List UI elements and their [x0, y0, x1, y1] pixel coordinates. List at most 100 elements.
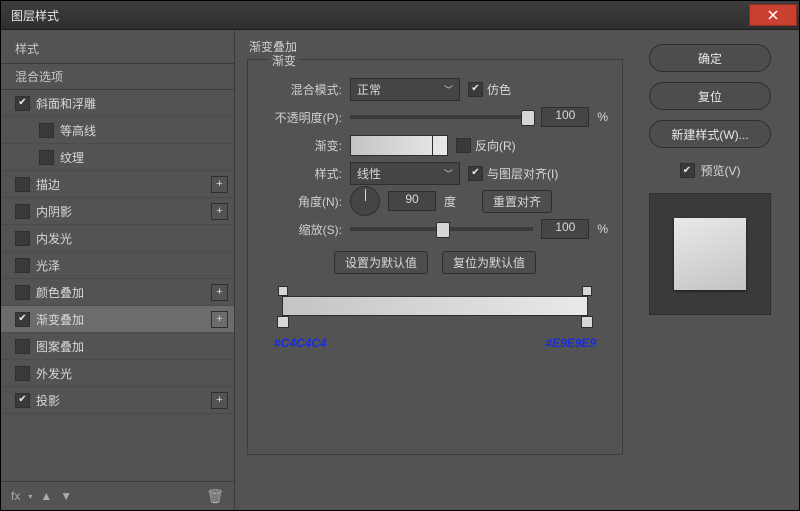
right-column: 确定 复位 新建样式(W)... 预览(V) — [635, 30, 799, 510]
sidebar-item-checkbox[interactable] — [15, 231, 30, 246]
blend-mode-value: 正常 — [357, 81, 381, 98]
move-down-icon[interactable]: ▼ — [60, 489, 72, 503]
style-select[interactable]: 线性 ﹀ — [350, 162, 460, 185]
align-with-layer-checkbox[interactable] — [468, 166, 483, 181]
new-style-button[interactable]: 新建样式(W)... — [649, 120, 771, 148]
add-effect-icon[interactable]: + — [211, 203, 228, 220]
sidebar-item-label: 图案叠加 — [36, 338, 84, 355]
sidebar-item-checkbox[interactable] — [15, 339, 30, 354]
sidebar-item-4[interactable]: 内阴影 + — [1, 198, 234, 225]
scale-input[interactable]: 100 — [541, 219, 589, 239]
sidebar-item-label: 等高线 — [60, 122, 96, 139]
reset-default-button[interactable]: 复位为默认值 — [442, 251, 536, 274]
sidebar-item-checkbox[interactable] — [15, 96, 30, 111]
opacity-stop-left[interactable] — [278, 286, 288, 296]
add-effect-icon[interactable]: + — [211, 176, 228, 193]
style-value: 线性 — [357, 165, 381, 182]
sidebar-item-label: 颜色叠加 — [36, 284, 84, 301]
sidebar-item-1[interactable]: 等高线 — [1, 117, 234, 144]
opacity-unit: % — [597, 110, 608, 124]
sidebar-blend-options[interactable]: 混合选项 — [1, 63, 234, 90]
sidebar-item-checkbox[interactable] — [15, 204, 30, 219]
sidebar-item-checkbox[interactable] — [39, 123, 54, 138]
close-icon — [768, 10, 778, 20]
fx-menu[interactable]: fx — [11, 489, 20, 503]
hex-left-label: #C4C4C4 — [274, 336, 327, 350]
titlebar: 图层样式 — [1, 1, 799, 30]
ok-button[interactable]: 确定 — [649, 44, 771, 72]
fx-menu-caret-icon: ▾ — [28, 492, 32, 501]
sidebar-item-6[interactable]: 光泽 — [1, 252, 234, 279]
sidebar-item-label: 外发光 — [36, 365, 72, 382]
sidebar-item-checkbox[interactable] — [15, 285, 30, 300]
gradient-picker[interactable]: ﹀ — [350, 135, 448, 156]
gradient-bar[interactable] — [282, 296, 588, 316]
sidebar-item-11[interactable]: 投影 + — [1, 387, 234, 414]
main-panel: 渐变叠加 渐变 混合模式: 正常 ﹀ 仿色 — [235, 30, 635, 510]
reset-align-button[interactable]: 重置对齐 — [482, 190, 552, 213]
scale-label: 缩放(S): — [262, 221, 342, 238]
sidebar-item-checkbox[interactable] — [15, 177, 30, 192]
chevron-down-icon: ﹀ — [444, 167, 453, 180]
blend-mode-select[interactable]: 正常 ﹀ — [350, 78, 460, 101]
sidebar-item-9[interactable]: 图案叠加 — [1, 333, 234, 360]
panel-title: 渐变叠加 — [249, 38, 623, 55]
color-stop-left[interactable] — [277, 316, 289, 328]
sidebar-item-0[interactable]: 斜面和浮雕 — [1, 90, 234, 117]
style-label: 样式: — [262, 165, 342, 182]
sidebar-item-checkbox[interactable] — [39, 150, 54, 165]
trash-icon[interactable]: 🗑 — [206, 488, 224, 505]
opacity-input[interactable]: 100 — [541, 107, 589, 127]
sidebar-item-label: 纹理 — [60, 149, 84, 166]
sidebar-item-2[interactable]: 纹理 — [1, 144, 234, 171]
cancel-button[interactable]: 复位 — [649, 82, 771, 110]
sidebar-item-checkbox[interactable] — [15, 258, 30, 273]
chevron-down-icon: ﹀ — [432, 136, 447, 155]
opacity-slider[interactable] — [350, 115, 533, 119]
add-effect-icon[interactable]: + — [211, 392, 228, 409]
add-effect-icon[interactable]: + — [211, 311, 228, 328]
angle-dial[interactable] — [350, 186, 380, 216]
gradient-editor[interactable]: #C4C4C4 #E9E9E9 — [282, 296, 588, 316]
sidebar-item-label: 描边 — [36, 176, 60, 193]
sidebar-item-10[interactable]: 外发光 — [1, 360, 234, 387]
opacity-label: 不透明度(P): — [262, 109, 342, 126]
sidebar-item-label: 渐变叠加 — [36, 311, 84, 328]
gradient-fieldset: 渐变 混合模式: 正常 ﹀ 仿色 不透明度(P — [247, 59, 623, 455]
opacity-stop-right[interactable] — [582, 286, 592, 296]
sidebar-item-7[interactable]: 颜色叠加 + — [1, 279, 234, 306]
sidebar-item-3[interactable]: 描边 + — [1, 171, 234, 198]
align-with-layer-label: 与图层对齐(I) — [487, 165, 558, 182]
sidebar-footer: fx ▾ ▲ ▼ 🗑 — [1, 481, 234, 510]
sidebar-list: 斜面和浮雕等高线纹理描边 + 内阴影 + 内发光光泽颜色叠加 + 渐变叠加 + 图案叠加外发光投… — [1, 90, 234, 481]
add-effect-icon[interactable]: + — [211, 284, 228, 301]
sidebar-item-checkbox[interactable] — [15, 366, 30, 381]
window-title: 图层样式 — [1, 7, 59, 24]
angle-input[interactable]: 90 — [388, 191, 436, 211]
dither-checkbox[interactable] — [468, 82, 483, 97]
preview-checkbox[interactable] — [680, 163, 695, 178]
angle-label: 角度(N): — [262, 193, 342, 210]
sidebar-item-label: 内阴影 — [36, 203, 72, 220]
angle-unit: 度 — [444, 193, 456, 210]
chevron-down-icon: ﹀ — [444, 83, 453, 96]
scale-unit: % — [597, 222, 608, 236]
set-default-button[interactable]: 设置为默认值 — [334, 251, 428, 274]
close-button[interactable] — [749, 4, 797, 26]
gradient-label: 渐变: — [262, 137, 342, 154]
sidebar-item-label: 斜面和浮雕 — [36, 95, 96, 112]
scale-slider[interactable] — [350, 227, 533, 231]
sidebar-item-8[interactable]: 渐变叠加 + — [1, 306, 234, 333]
preview-thumbnail — [649, 193, 771, 315]
hex-right-label: #E9E9E9 — [545, 336, 596, 350]
sidebar-item-label: 投影 — [36, 392, 60, 409]
reverse-checkbox[interactable] — [456, 138, 471, 153]
sidebar-item-label: 光泽 — [36, 257, 60, 274]
sidebar-item-checkbox[interactable] — [15, 312, 30, 327]
color-stop-right[interactable] — [581, 316, 593, 328]
sidebar-item-checkbox[interactable] — [15, 393, 30, 408]
fieldset-legend: 渐变 — [268, 52, 300, 69]
move-up-icon[interactable]: ▲ — [40, 489, 52, 503]
sidebar-item-5[interactable]: 内发光 — [1, 225, 234, 252]
blend-mode-label: 混合模式: — [262, 81, 342, 98]
